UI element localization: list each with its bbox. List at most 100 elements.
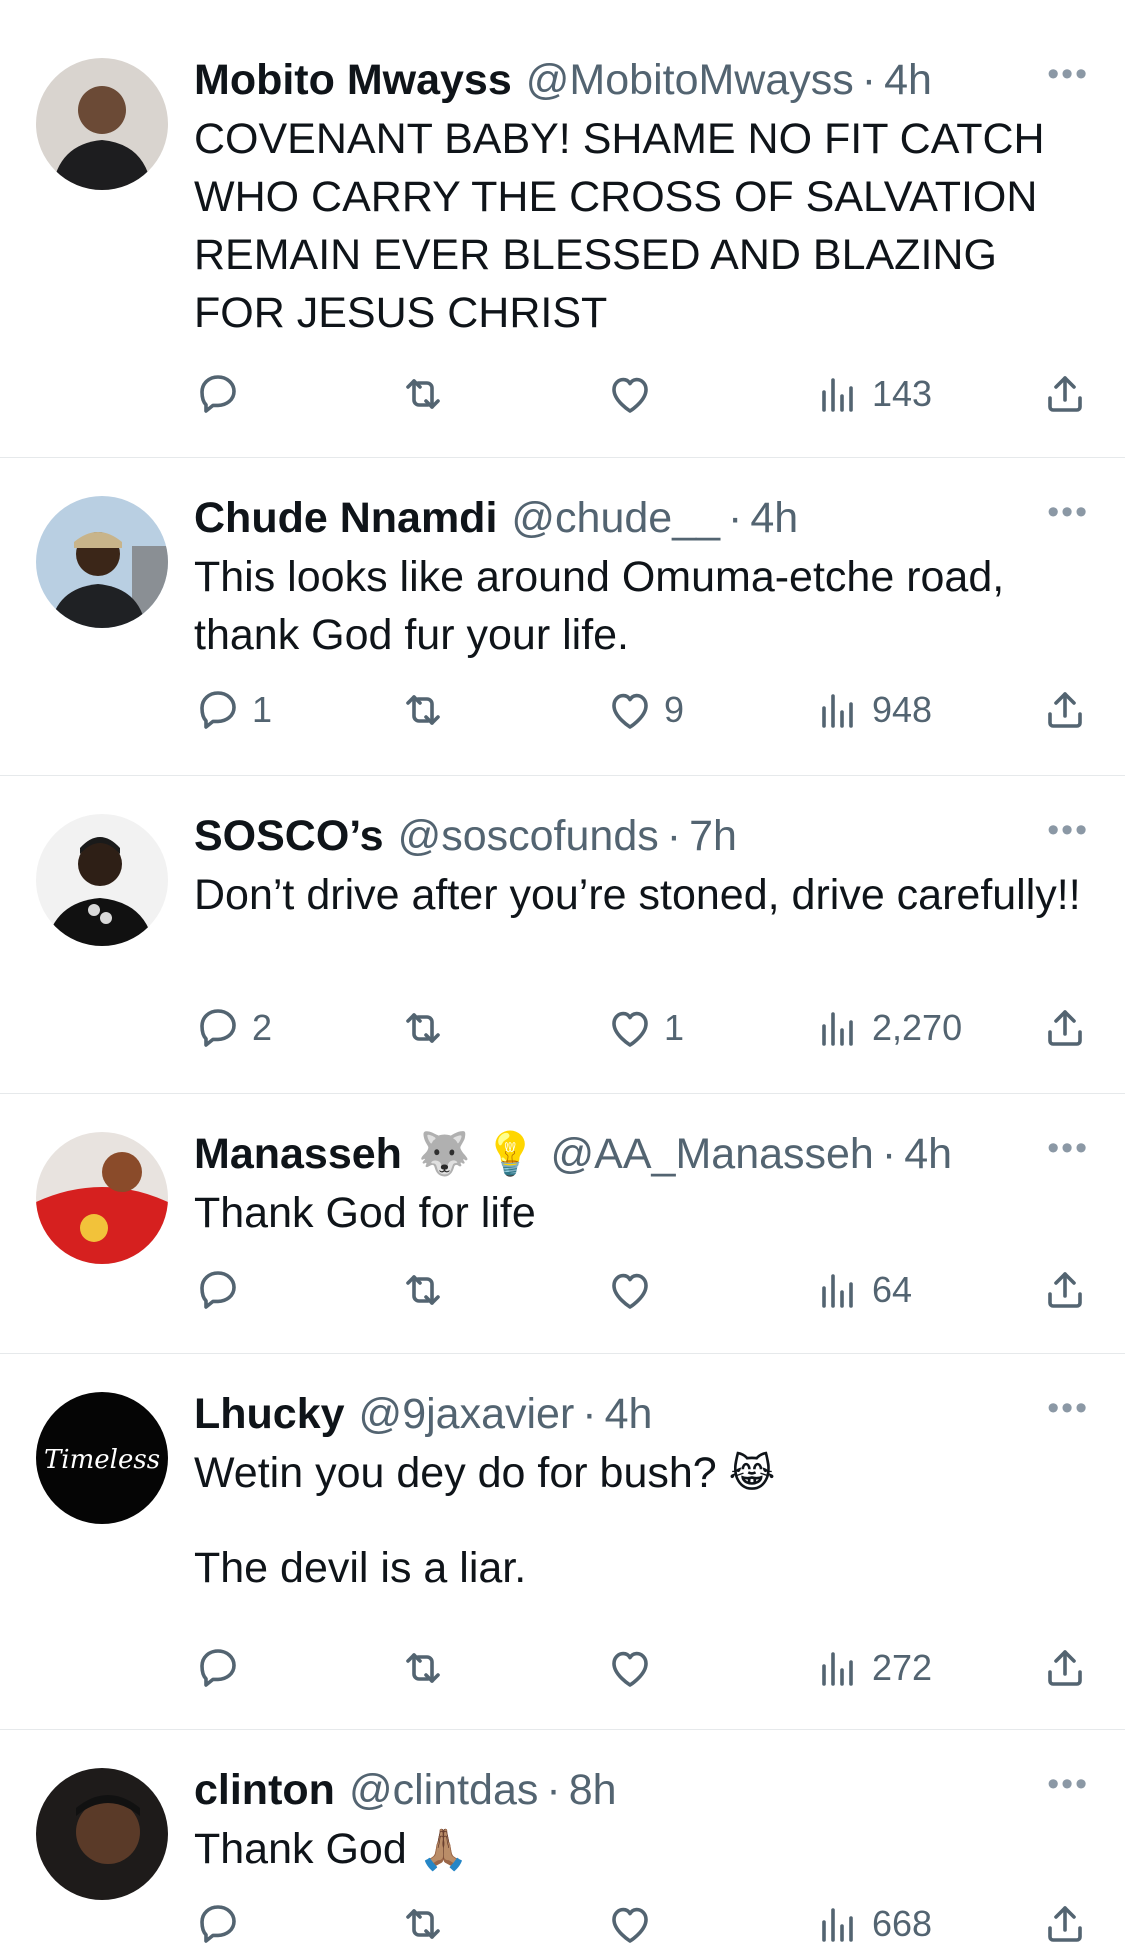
like-count: 9: [664, 689, 685, 730]
reply-icon: [194, 370, 242, 418]
timestamp[interactable]: 4h: [884, 54, 932, 106]
like-button[interactable]: [606, 1900, 664, 1948]
heart-icon: [606, 1900, 654, 1948]
separator-dot: ·: [728, 494, 743, 542]
more-options-icon[interactable]: •••: [1047, 1388, 1089, 1428]
separator-dot: ·: [582, 1390, 597, 1438]
analytics-icon: [814, 1644, 862, 1692]
views-button[interactable]: 948: [814, 686, 932, 734]
more-options-icon[interactable]: •••: [1047, 1128, 1089, 1168]
display-name[interactable]: Chude Nnamdi: [194, 492, 497, 544]
share-button[interactable]: [1041, 1266, 1089, 1314]
share-button[interactable]: [1041, 370, 1089, 418]
user-handle[interactable]: @MobitoMwayss: [526, 54, 854, 106]
view-count: 668: [872, 1903, 933, 1944]
timestamp[interactable]: 4h: [605, 1388, 653, 1440]
views-button[interactable]: 668: [814, 1900, 932, 1948]
timestamp[interactable]: 7h: [689, 810, 737, 862]
tweet-text-content: Wetin you dey do for bush?: [194, 1449, 729, 1497]
tweet-text: Don’t drive after you’re stoned, drive c…: [194, 866, 1089, 924]
reply-icon: [194, 1266, 242, 1314]
like-button[interactable]: [606, 1644, 664, 1692]
heart-icon: [606, 1266, 654, 1314]
analytics-icon: [814, 686, 862, 734]
user-handle[interactable]: @soscofunds: [398, 810, 659, 862]
separator-dot: ·: [666, 812, 682, 860]
more-options-icon[interactable]: •••: [1047, 810, 1089, 850]
analytics-icon: [814, 1004, 862, 1052]
retweet-icon: [399, 1004, 447, 1052]
tweet-text-content: COVENANT BABY! SHAME NO FIT CATCH WHO CA…: [194, 115, 1057, 337]
timestamp[interactable]: 8h: [569, 1764, 617, 1816]
separator-dot: ·: [546, 1766, 561, 1814]
retweet-button[interactable]: [399, 686, 447, 734]
views-button[interactable]: 2,270: [814, 1004, 962, 1052]
timestamp[interactable]: 4h: [904, 1128, 952, 1180]
avatar[interactable]: [36, 496, 168, 628]
share-icon: [1041, 1266, 1089, 1314]
reply-tweet[interactable]: Manasseh 🐺 💡 @AA_Manasseh · 4h ••• Thank…: [0, 1094, 1125, 1354]
views-button[interactable]: 143: [814, 370, 932, 418]
reply-button[interactable]: [194, 1644, 252, 1692]
retweet-button[interactable]: [399, 1266, 447, 1314]
heart-icon: [606, 686, 654, 734]
like-count: 1: [664, 1007, 685, 1048]
avatar[interactable]: [36, 814, 168, 946]
display-name[interactable]: clinton: [194, 1764, 335, 1816]
display-name[interactable]: SOSCO’s: [194, 810, 384, 862]
user-handle[interactable]: @chude__: [511, 492, 720, 544]
timestamp[interactable]: 4h: [750, 492, 798, 544]
display-name[interactable]: Mobito Mwayss: [194, 54, 512, 106]
name-emoji-badges: 🐺 💡: [418, 1128, 537, 1180]
reply-button[interactable]: 2: [194, 1004, 272, 1052]
like-button[interactable]: 9: [606, 686, 684, 734]
more-options-icon[interactable]: •••: [1047, 54, 1089, 94]
share-button[interactable]: [1041, 1644, 1089, 1692]
reply-tweet[interactable]: Mobito Mwayss @MobitoMwayss · 4h ••• COV…: [0, 0, 1125, 458]
more-options-icon[interactable]: •••: [1047, 492, 1089, 532]
tweet-text: This looks like around Omuma-etche road,…: [194, 548, 1089, 664]
reply-icon: [194, 1644, 242, 1692]
more-options-icon[interactable]: •••: [1047, 1764, 1089, 1804]
views-button[interactable]: 272: [814, 1644, 932, 1692]
avatar[interactable]: Timeless: [36, 1392, 168, 1524]
retweet-button[interactable]: [399, 370, 447, 418]
like-button[interactable]: [606, 370, 664, 418]
view-count: 948: [872, 689, 933, 730]
laughing-cat-emoji: 😹: [728, 1452, 776, 1496]
share-button[interactable]: [1041, 686, 1089, 734]
reply-button[interactable]: [194, 1266, 252, 1314]
view-count: 143: [872, 373, 933, 414]
separator-dot: ·: [861, 56, 877, 104]
reply-button[interactable]: [194, 370, 252, 418]
share-button[interactable]: [1041, 1004, 1089, 1052]
user-handle[interactable]: @AA_Manasseh: [551, 1128, 874, 1180]
tweet-text: Wetin you dey do for bush? 😹: [194, 1444, 1089, 1503]
avatar[interactable]: [36, 1132, 168, 1264]
reply-tweet[interactable]: SOSCO’s @soscofunds · 7h ••• Don’t drive…: [0, 776, 1125, 1094]
share-button[interactable]: [1041, 1900, 1089, 1948]
avatar[interactable]: [36, 1768, 168, 1900]
retweet-icon: [399, 1266, 447, 1314]
like-button[interactable]: [606, 1266, 664, 1314]
like-button[interactable]: 1: [606, 1004, 684, 1052]
retweet-button[interactable]: [399, 1644, 447, 1692]
reply-tweet[interactable]: Chude Nnamdi @chude__ · 4h ••• This look…: [0, 458, 1125, 776]
retweet-icon: [399, 686, 447, 734]
share-icon: [1041, 1900, 1089, 1948]
replies-feed: Mobito Mwayss @MobitoMwayss · 4h ••• COV…: [0, 0, 1125, 1948]
reply-tweet[interactable]: clinton @clintdas · 8h ••• Thank God 🙏🏽: [0, 1730, 1125, 1948]
user-handle[interactable]: @clintdas: [349, 1764, 538, 1816]
display-name[interactable]: Manasseh: [194, 1128, 402, 1180]
retweet-button[interactable]: [399, 1900, 447, 1948]
tweet-text-content: Don’t drive after you’re stoned, drive c…: [194, 871, 1081, 919]
reply-button[interactable]: 1: [194, 686, 272, 734]
display-name[interactable]: Lhucky: [194, 1388, 345, 1440]
reply-button[interactable]: [194, 1900, 252, 1948]
retweet-button[interactable]: [399, 1004, 447, 1052]
reply-tweet[interactable]: Timeless Lhucky @9jaxavier · 4h ••• Weti…: [0, 1354, 1125, 1730]
views-button[interactable]: 64: [814, 1266, 912, 1314]
avatar[interactable]: [36, 58, 168, 190]
reply-count: 1: [252, 689, 273, 730]
user-handle[interactable]: @9jaxavier: [359, 1388, 575, 1440]
